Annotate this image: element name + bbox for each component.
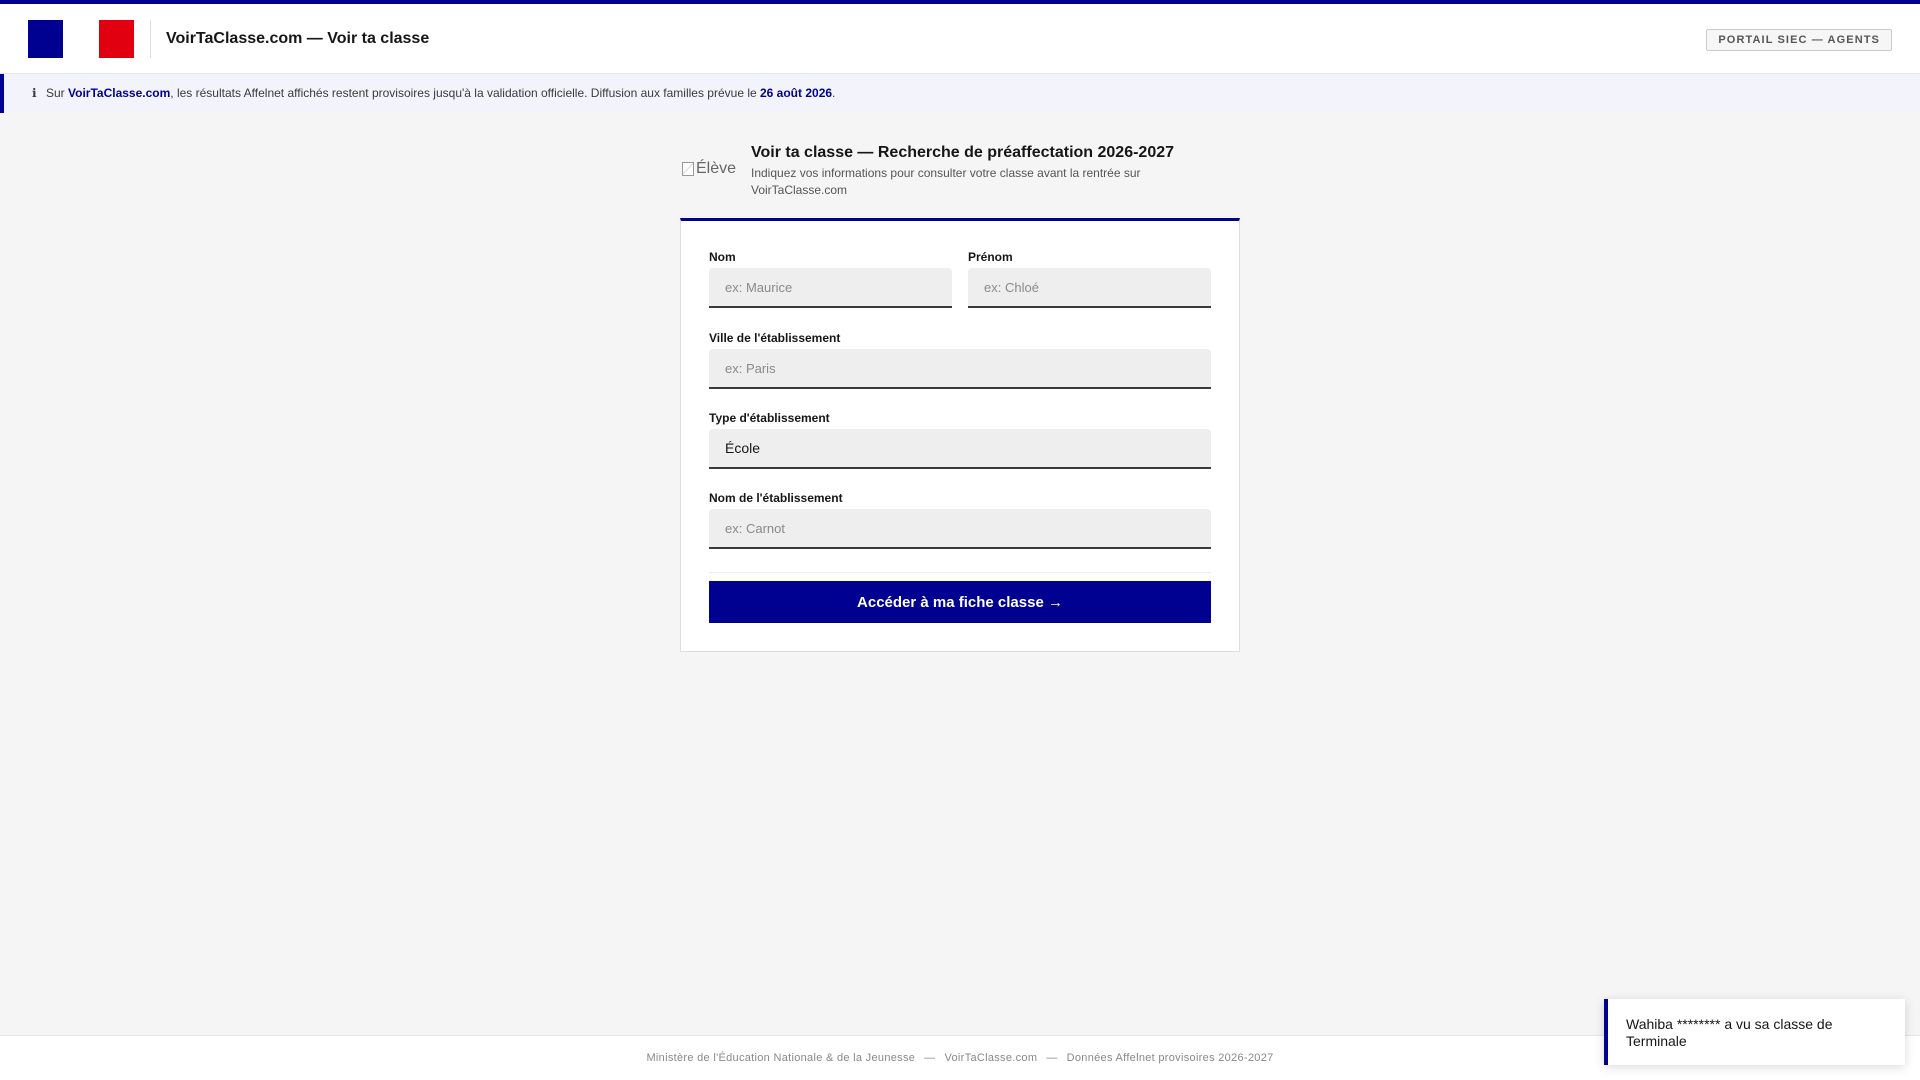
form-divider — [709, 572, 1211, 573]
notice-text: Sur VoirTaClasse.com, les résultats Affe… — [46, 74, 835, 113]
notice-body: , les résultats Affelnet affichés resten… — [170, 86, 760, 100]
site-header: VoirTaClasse.com — Voir ta classe PORTAI… — [0, 4, 1920, 74]
header-divider — [150, 20, 151, 58]
nom-label: Nom — [709, 250, 736, 264]
type-select[interactable]: École — [709, 429, 1211, 469]
ville-input[interactable] — [709, 349, 1211, 389]
type-select-value: École — [725, 440, 761, 456]
info-icon: ℹ — [32, 86, 37, 100]
footer-ministry: Ministère de l'Éducation Nationale & de … — [646, 1052, 916, 1064]
notice-date: 26 août 2026 — [760, 86, 833, 100]
notice-site-name: VoirTaClasse.com — [68, 86, 171, 100]
prenom-label: Prénom — [968, 250, 1013, 264]
form-title: Voir ta classe — Recherche de préaffecta… — [751, 144, 1175, 161]
info-notice-banner: ℹ Sur VoirTaClasse.com, les résultats Af… — [0, 74, 1920, 113]
flag-blue-block — [28, 20, 63, 58]
student-avatar: Élève — [682, 160, 736, 178]
activity-toast: Wahiba ******** a vu sa classe de Termin… — [1604, 999, 1905, 1065]
avatar-alt-text: Élève — [696, 160, 737, 177]
search-form-card: Nom Prénom Ville de l'établissement Type… — [680, 218, 1240, 652]
ville-label: Ville de l'établissement — [709, 331, 841, 345]
form-subtitle: Indiquez vos informations pour consulter… — [751, 166, 1141, 197]
footer-data-note: Données Affelnet provisoires 2026-2027 — [1066, 1052, 1274, 1064]
form-heading: Élève Voir ta classe — Recherche de préa… — [681, 143, 1241, 201]
footer-site: VoirTaClasse.com — [944, 1052, 1038, 1064]
prenom-input[interactable] — [968, 268, 1211, 308]
toast-message: Wahiba ******** a vu sa classe de Termin… — [1626, 1016, 1833, 1049]
notice-prefix: Sur — [46, 86, 69, 100]
footer-separator: — — [924, 1052, 936, 1064]
etablissement-input[interactable] — [709, 509, 1211, 549]
submit-button[interactable]: Accéder à ma fiche classe → — [709, 581, 1211, 623]
flag-red-block — [99, 20, 134, 58]
site-title[interactable]: VoirTaClasse.com — Voir ta classe — [166, 30, 429, 48]
nom-input[interactable] — [709, 268, 952, 308]
type-label: Type d'établissement — [709, 411, 830, 425]
etablissement-label: Nom de l'établissement — [709, 491, 843, 505]
portal-agents-button[interactable]: PORTAIL SIEC — AGENTS — [1706, 29, 1892, 51]
footer-separator: — — [1046, 1052, 1058, 1064]
notice-suffix: . — [832, 86, 836, 100]
broken-image-icon — [682, 162, 694, 176]
